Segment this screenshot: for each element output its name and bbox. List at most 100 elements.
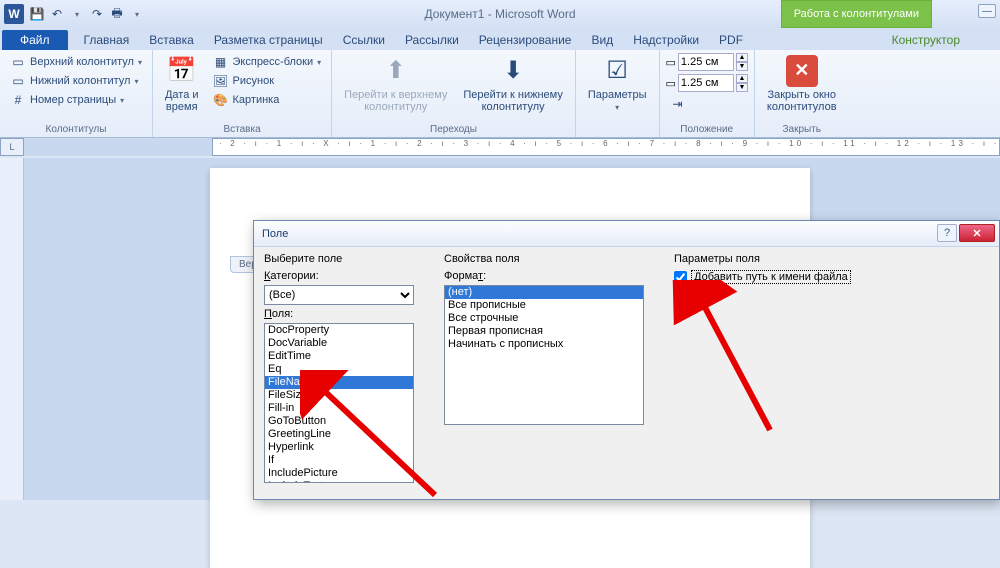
- horizontal-ruler[interactable]: · 2 · ı · 1 · ı · X · ı · 1 · ı · 2 · ı …: [212, 138, 1000, 156]
- close-hf-button[interactable]: ✕ Закрыть окно колонтитулов: [761, 53, 843, 115]
- tab-mailings[interactable]: Рассылки: [401, 30, 463, 50]
- format-item[interactable]: Начинать с прописных: [445, 338, 643, 351]
- group-params: ☑ Параметры▾: [576, 50, 660, 137]
- group-navigation: ⬆ Перейти к верхнему колонтитулу ⬇ Перей…: [332, 50, 576, 137]
- format-item[interactable]: Все прописные: [445, 299, 643, 312]
- tab-view[interactable]: Вид: [587, 30, 617, 50]
- dialog-col-props: Свойства поля Формат: (нет)Все прописные…: [444, 253, 654, 483]
- help-button[interactable]: ?: [937, 224, 957, 242]
- field-item[interactable]: EditTime: [265, 350, 413, 363]
- picture-button[interactable]: 🖼Рисунок: [209, 72, 326, 90]
- tab-pdf[interactable]: PDF: [715, 30, 747, 50]
- insert-tab-button[interactable]: ⇥: [666, 95, 748, 113]
- qat-more-icon[interactable]: ▾: [128, 5, 146, 23]
- goto-bottom-icon: ⬇: [497, 55, 529, 87]
- spin-down[interactable]: ▼: [736, 62, 748, 71]
- ribbon-tabs: Файл Главная Вставка Разметка страницы С…: [0, 28, 1000, 50]
- field-item[interactable]: DocProperty: [265, 324, 413, 337]
- margin-top-input[interactable]: [678, 53, 734, 71]
- calendar-icon: 📅: [166, 55, 198, 87]
- group-position: ▭ ▲▼ ▭ ▲▼ ⇥ Положение: [660, 50, 755, 137]
- format-listbox[interactable]: (нет)Все прописныеВсе строчныеПервая про…: [444, 285, 644, 425]
- context-tab-badge: Работа с колонтитулами: [781, 0, 932, 28]
- col-head-params: Параметры поля: [674, 253, 989, 265]
- params-button[interactable]: ☑ Параметры▾: [582, 53, 653, 115]
- add-path-checkbox[interactable]: [674, 271, 687, 284]
- tab-layout[interactable]: Разметка страницы: [210, 30, 327, 50]
- margin-top-icon: ▭: [666, 56, 676, 69]
- categories-label: атегории:: [270, 270, 318, 282]
- tab-home[interactable]: Главная: [80, 30, 134, 50]
- ruler-corner[interactable]: L: [0, 138, 24, 156]
- spin-down[interactable]: ▼: [736, 83, 748, 92]
- redo-icon[interactable]: ↷: [88, 5, 106, 23]
- footer-icon: ▭: [10, 73, 26, 89]
- app-icon: W: [4, 4, 24, 24]
- ruler-row: L · 2 · ı · 1 · ı · X · ı · 1 · ı · 2 · …: [0, 138, 1000, 156]
- ribbon: ▭Верхний колонтитул▾ ▭Нижний колонтитул▾…: [0, 50, 1000, 138]
- quickparts-button[interactable]: ▦Экспресс-блоки▾: [209, 53, 326, 71]
- group-label-position: Положение: [666, 122, 748, 137]
- datetime-button[interactable]: 📅 Дата и время: [159, 53, 205, 115]
- picture-icon: 🖼: [213, 73, 229, 89]
- title-bar: W 💾 ↶ ▾ ↷ 🖶 ▾ Документ1 - Microsoft Word…: [0, 0, 1000, 28]
- vertical-ruler[interactable]: [0, 158, 24, 500]
- field-item[interactable]: Hyperlink: [265, 441, 413, 454]
- field-item[interactable]: GoToButton: [265, 415, 413, 428]
- format-item[interactable]: (нет): [445, 286, 643, 299]
- field-item[interactable]: FileSize: [265, 389, 413, 402]
- field-item[interactable]: FileName: [265, 376, 413, 389]
- group-close: ✕ Закрыть окно колонтитулов Закрыть: [755, 50, 849, 137]
- undo-icon[interactable]: ↶: [48, 5, 66, 23]
- close-button[interactable]: ✕: [959, 224, 995, 242]
- dialog-title-bar[interactable]: Поле ? ✕: [254, 221, 999, 247]
- field-item[interactable]: IncludePicture: [265, 467, 413, 480]
- col-head-select: Выберите поле: [264, 253, 424, 265]
- field-item[interactable]: GreetingLine: [265, 428, 413, 441]
- field-item[interactable]: IncludeText: [265, 480, 413, 483]
- pagenum-icon: #: [10, 92, 26, 108]
- block-icon: ▦: [213, 54, 229, 70]
- tab-insert[interactable]: Вставка: [145, 30, 198, 50]
- goto-bottom-button[interactable]: ⬇ Перейти к нижнему колонтитулу: [457, 53, 568, 115]
- tab-references[interactable]: Ссылки: [339, 30, 389, 50]
- quick-access-toolbar: 💾 ↶ ▾ ↷ 🖶 ▾: [28, 5, 146, 23]
- fields-listbox[interactable]: DocPropertyDocVariableEditTimeEqFileName…: [264, 323, 414, 483]
- bottom-header-button[interactable]: ▭Нижний колонтитул▾: [6, 72, 146, 90]
- group-label-nav: Переходы: [338, 122, 569, 137]
- undo-more-icon[interactable]: ▾: [68, 5, 86, 23]
- field-item[interactable]: If: [265, 454, 413, 467]
- field-item[interactable]: Fill-in: [265, 402, 413, 415]
- field-dialog: Поле ? ✕ Выберите поле Категории: (Все) …: [253, 220, 1000, 500]
- save-icon[interactable]: 💾: [28, 5, 46, 23]
- tab-file[interactable]: Файл: [2, 30, 68, 50]
- clipart-button[interactable]: 🎨Картинка: [209, 91, 326, 109]
- spin-up[interactable]: ▲: [736, 53, 748, 62]
- tab-constructor[interactable]: Конструктор: [888, 30, 964, 50]
- field-item[interactable]: Eq: [265, 363, 413, 376]
- categories-combo[interactable]: (Все): [264, 285, 414, 305]
- field-item[interactable]: DocVariable: [265, 337, 413, 350]
- print-icon[interactable]: 🖶: [108, 5, 126, 23]
- format-item[interactable]: Все строчные: [445, 312, 643, 325]
- params-icon: ☑: [601, 55, 633, 87]
- dialog-col-params: Параметры поля Добавить путь к имени фай…: [674, 253, 989, 483]
- minimize-button[interactable]: —: [978, 4, 996, 18]
- add-path-label[interactable]: Добавить путь к имени файла: [691, 270, 851, 284]
- page-number-button[interactable]: #Номер страницы▾: [6, 91, 146, 109]
- goto-top-button[interactable]: ⬆ Перейти к верхнему колонтитулу: [338, 53, 453, 115]
- group-headers: ▭Верхний колонтитул▾ ▭Нижний колонтитул▾…: [0, 50, 153, 137]
- tab-addins[interactable]: Надстройки: [629, 30, 703, 50]
- close-icon: ✕: [786, 55, 818, 87]
- group-label-close: Закрыть: [761, 122, 843, 137]
- margin-bottom-input[interactable]: [678, 74, 734, 92]
- tab-icon: ⇥: [670, 96, 686, 112]
- group-label-insert: Вставка: [159, 122, 325, 137]
- format-item[interactable]: Первая прописная: [445, 325, 643, 338]
- clipart-icon: 🎨: [213, 92, 229, 108]
- top-header-button[interactable]: ▭Верхний колонтитул▾: [6, 53, 146, 71]
- spin-up[interactable]: ▲: [736, 74, 748, 83]
- document-title: Документ1 - Microsoft Word: [424, 7, 575, 21]
- goto-top-icon: ⬆: [380, 55, 412, 87]
- tab-review[interactable]: Рецензирование: [475, 30, 576, 50]
